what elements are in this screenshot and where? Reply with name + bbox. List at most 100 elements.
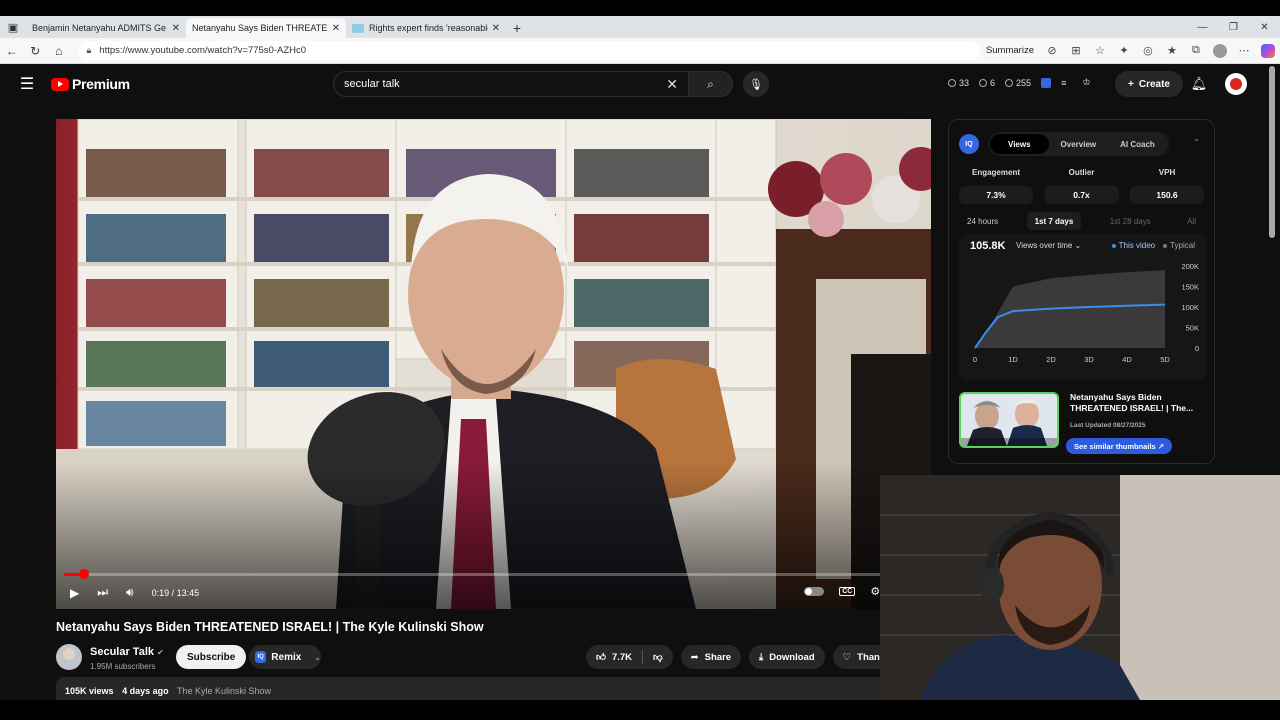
video-actions: 👍︎ 7.7K 👎︎ ➦ Share ⤓ Download ♡ Than [586, 645, 890, 669]
thumbnail-preview[interactable] [959, 392, 1059, 448]
tab-ai-coach[interactable]: AI Coach [1108, 134, 1167, 154]
collections-icon[interactable]: ⧉ [1184, 40, 1208, 62]
screen-bottom-border [0, 700, 1280, 720]
hashtag[interactable]: The Kyle Kulinski Show [177, 686, 271, 696]
remix-button[interactable]: IQ Remix ⌄ [249, 645, 321, 669]
period-all[interactable]: All [1179, 212, 1204, 230]
x-tick-label: 5D [1160, 355, 1170, 364]
page-scrollbar[interactable] [1269, 66, 1275, 238]
favorite-star-icon[interactable]: ☆ [1088, 40, 1112, 62]
clear-search-icon[interactable]: ✕ [666, 76, 678, 93]
subscribe-button[interactable]: Subscribe [176, 645, 247, 669]
thanks-icon: ♡ [842, 651, 852, 663]
close-tab-icon[interactable]: ✕ [492, 23, 500, 34]
tab-title: Rights expert finds 'reasonable g [369, 23, 488, 33]
y-tick-label: 50K [1186, 324, 1199, 333]
more-icon[interactable]: ⋯ [1232, 40, 1256, 62]
create-button[interactable]: + Create [1115, 71, 1183, 97]
extension-icon[interactable]: ⊘ [1040, 40, 1064, 62]
channel-avatar[interactable] [56, 643, 82, 670]
dropdown-label: Views over time [1016, 241, 1073, 250]
profile-avatar[interactable] [1208, 40, 1232, 62]
close-tab-icon[interactable]: ✕ [332, 23, 340, 34]
browser-tab-3[interactable]: Rights expert finds 'reasonable g ✕ [346, 18, 506, 38]
minimize-icon[interactable]: — [1187, 16, 1218, 38]
address-bar: ← ↻ ⌂ 🔒︎ https://www.youtube.com/watch?v… [0, 38, 1280, 64]
lock-icon: 🔒︎ [86, 45, 92, 55]
download-button[interactable]: ⤓ Download [749, 645, 825, 669]
browser-tab-2[interactable]: Netanyahu Says Biden THREATEN ✕ [186, 18, 346, 92]
home-icon[interactable]: ⌂ [47, 40, 71, 62]
back-icon[interactable]: ← [0, 40, 24, 62]
url-field[interactable]: 🔒︎ https://www.youtube.com/watch?v=775s0… [78, 40, 980, 61]
download-label: Download [769, 651, 815, 663]
share-label: Share [704, 651, 732, 663]
youtube-header: ☰ Premium secular talk ✕ ⌕ 🎙︎ 33 6 255 ≡… [3, 65, 1277, 103]
logo-text: Premium [72, 76, 130, 92]
close-window-icon[interactable]: ✕ [1249, 16, 1280, 38]
favorites-icon[interactable]: ★ [1160, 40, 1184, 62]
user-avatar[interactable] [1225, 73, 1247, 95]
youtube-logo[interactable]: Premium [51, 76, 130, 92]
period-selector: 24 hours 1st 7 days 1st 28 days All [959, 212, 1204, 230]
settings-gear-icon[interactable]: ⚙ [870, 585, 880, 598]
collapse-chevron-icon[interactable]: ⌃ [1193, 138, 1200, 147]
description-box[interactable]: 105K views 4 days ago The Kyle Kulinski … [56, 677, 886, 700]
notifications-bell-icon[interactable]: 🔔︎ [1189, 74, 1209, 94]
channel-info: Secular Talk ✔ 1.95M subscribers [56, 642, 164, 671]
subscriber-count: 1.95M subscribers [90, 662, 156, 671]
thanks-label: Than [857, 651, 880, 663]
like-count[interactable]: 7.7K [612, 652, 632, 663]
autoplay-toggle[interactable] [804, 587, 825, 596]
search-input[interactable]: secular talk ✕ [333, 71, 689, 97]
iq-logo[interactable]: IQ [959, 134, 979, 154]
puzzle-icon[interactable]: ✦ [1112, 40, 1136, 62]
copilot-icon[interactable] [1256, 40, 1280, 62]
iq-extension-icon[interactable] [1041, 77, 1052, 88]
browser-tab-1[interactable]: Benjamin Netanyahu ADMITS Ge ✕ [26, 18, 186, 92]
upload-age: 4 days ago [122, 686, 169, 696]
window-menu-icon[interactable]: ▣ [0, 16, 26, 38]
stat-value: 33 [959, 77, 970, 88]
refresh-icon[interactable]: ↻ [24, 40, 48, 62]
captions-icon[interactable]: CC [839, 587, 856, 596]
period-first-28-days[interactable]: 1st 28 days [1102, 212, 1159, 230]
metric-value: 150.6 [1130, 186, 1204, 204]
y-tick-label: 0 [1195, 344, 1199, 353]
next-icon[interactable]: ⏭ [97, 585, 108, 600]
screen-top-border [0, 0, 1280, 16]
summarize-button[interactable]: Summarize [986, 45, 1034, 56]
apps-icon[interactable]: ⊞ [1064, 40, 1088, 62]
last-updated: Last Updated 08/27/2025 [1070, 422, 1146, 429]
views-icon [1005, 78, 1014, 87]
see-similar-thumbnails-button[interactable]: See similar thumbnails ↗ [1066, 438, 1173, 454]
browser-tab-bar: ▣ Benjamin Netanyahu ADMITS Ge ✕ Netanya… [0, 16, 1280, 92]
like-icon[interactable]: 👍︎ [596, 651, 606, 663]
period-24-hours[interactable]: 24 hours [959, 212, 1006, 230]
tab-overview[interactable]: Overview [1049, 134, 1109, 154]
channel-name[interactable]: Secular Talk [90, 646, 154, 658]
share-icon: ➦ [690, 651, 699, 663]
metric-label: Outlier [1068, 168, 1095, 177]
browser-essentials-icon[interactable]: ◎ [1136, 40, 1160, 62]
verified-icon: ✔ [157, 648, 164, 657]
menu-icon[interactable]: ☰ [17, 74, 37, 94]
voice-search-icon[interactable]: 🎙︎ [743, 71, 769, 97]
volume-icon[interactable]: 🔊︎ [126, 585, 134, 600]
dislike-icon[interactable]: 👎︎ [653, 651, 663, 663]
progress-handle[interactable] [78, 569, 89, 579]
video-player[interactable]: ▶ ⏭ 🔊︎ 0:19 / 13:45 CC ⚙ ▣ ▭ [56, 119, 931, 609]
period-first-7-days[interactable]: 1st 7 days [1026, 212, 1082, 230]
close-tab-icon[interactable]: ✕ [172, 23, 180, 34]
progress-bar[interactable] [64, 569, 924, 579]
new-tab-button[interactable]: + [506, 18, 528, 38]
chart-dropdown[interactable]: Views over time ⌄ [1016, 241, 1081, 250]
restore-icon[interactable]: ❐ [1218, 16, 1249, 38]
play-icon[interactable]: ▶ [70, 586, 79, 600]
webcam-image [880, 475, 1280, 700]
trophy-icon[interactable]: ♔ [1082, 77, 1090, 88]
tab-views[interactable]: Views [990, 134, 1049, 154]
search-button[interactable]: ⌕ [689, 71, 733, 97]
share-button[interactable]: ➦ Share [680, 645, 742, 669]
list-icon[interactable]: ≡ [1061, 78, 1066, 88]
